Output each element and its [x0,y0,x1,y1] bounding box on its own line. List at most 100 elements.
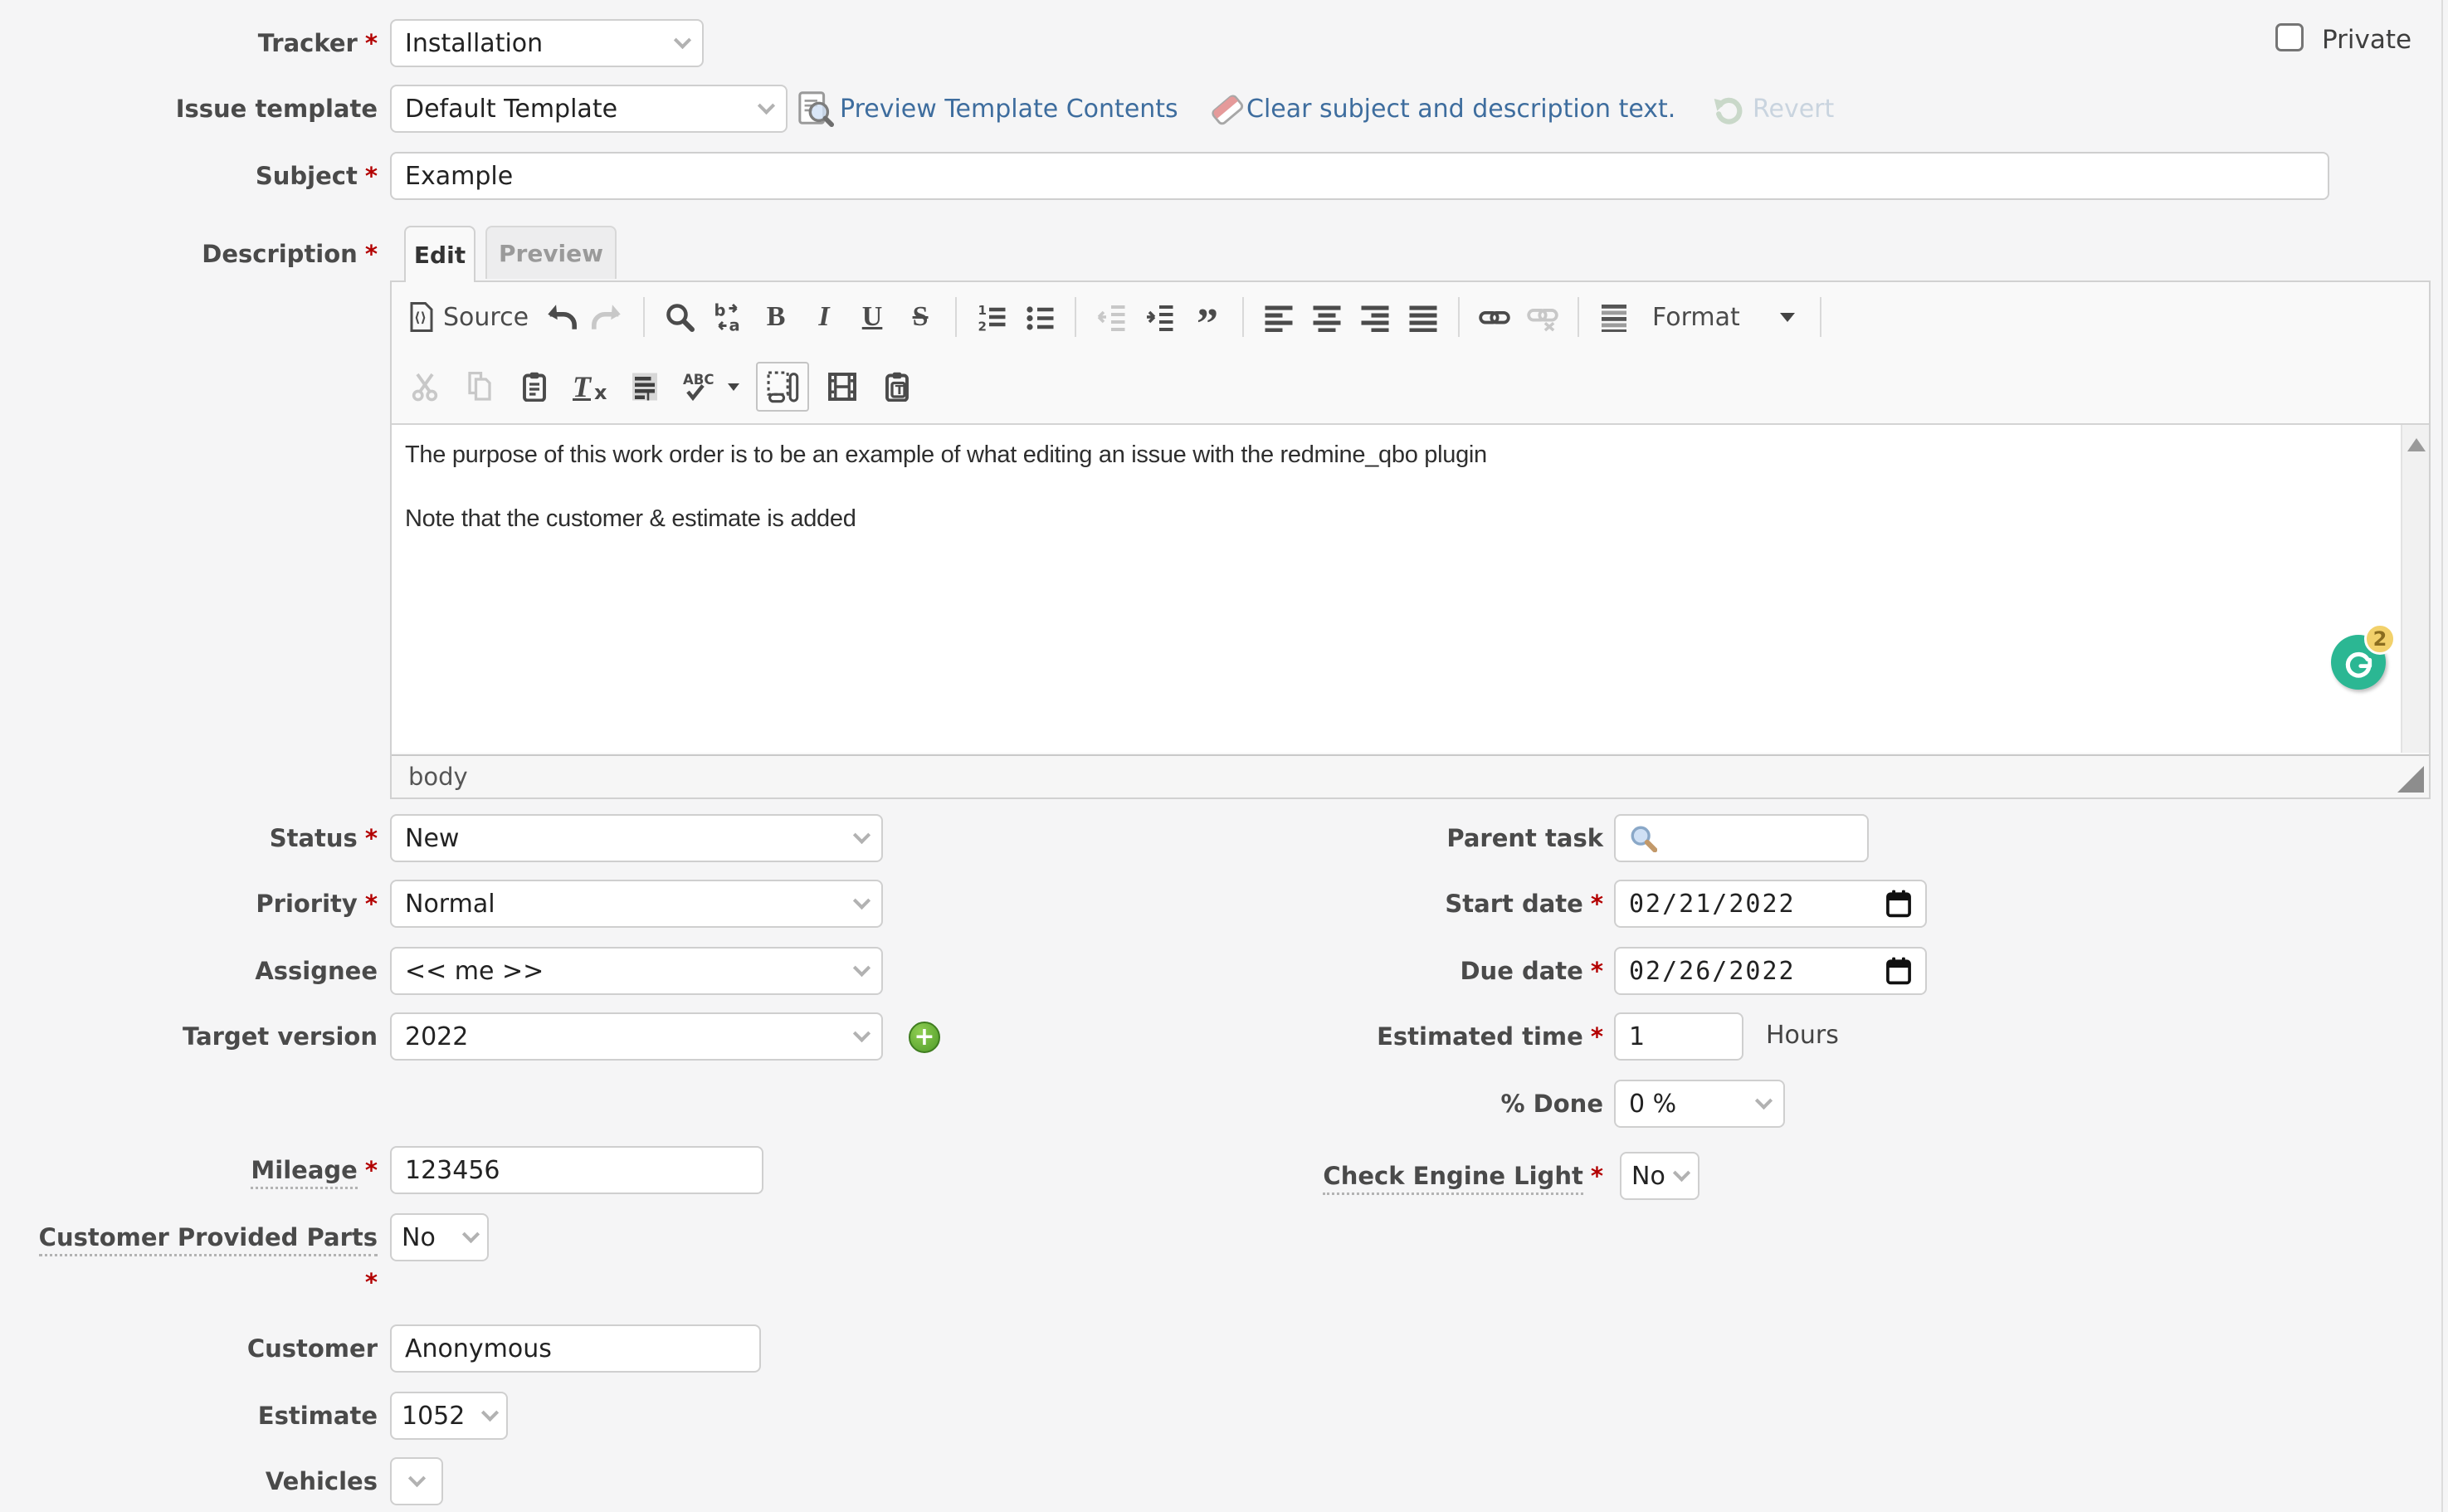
format-dropdown[interactable]: Format [1641,292,1807,342]
issue-template-value: Default Template [405,95,617,124]
spellcheck-button[interactable]: ABC [678,362,744,412]
green-plus-icon: + [914,1025,934,1050]
assignee-select[interactable]: << me >> [390,947,883,995]
indent-button[interactable] [1138,292,1181,342]
status-value: New [405,824,459,853]
find-button[interactable] [658,292,701,342]
source-button[interactable]: ⟨⟩ Source [403,292,534,342]
chevron-down-icon [853,958,870,976]
blockquote-button[interactable]: ” [1186,292,1229,342]
link-button[interactable] [1473,292,1516,342]
check-engine-light-select[interactable]: No [1620,1152,1699,1200]
add-version-button[interactable]: + [909,1022,940,1053]
estimate-value: 1052 [402,1402,465,1431]
subject-label: Subject* [0,159,378,193]
mileage-input[interactable]: 123456 [390,1146,763,1194]
magnifier-icon [1629,824,1657,852]
percent-done-select[interactable]: 0 % [1614,1080,1785,1128]
private-label: Private [2322,25,2411,55]
calendar-icon[interactable] [1885,890,1912,918]
private-checkbox[interactable] [2275,23,2304,51]
clear-subject-link[interactable]: Clear subject and description text. [1246,95,1675,124]
underline-icon: U [862,301,883,333]
chevron-down-icon [1673,1163,1690,1181]
tracker-select[interactable]: Installation [390,19,704,67]
div-container-button[interactable] [1592,292,1636,342]
scroll-up-icon[interactable] [2407,438,2426,451]
numbered-list-button[interactable]: 12 [970,292,1013,342]
bold-button[interactable]: B [754,292,797,342]
media-embed-icon [827,372,857,402]
assignee-label: Assignee [0,954,378,988]
due-date-input[interactable]: 02/26/2022 [1614,947,1927,995]
align-justify-button[interactable] [1402,292,1445,342]
strikethrough-button[interactable]: S [899,292,942,342]
remove-format-icon-x: x [594,381,607,404]
target-version-label: Target version [0,1020,378,1053]
estimated-time-value: 1 [1629,1022,1645,1051]
paste-plain-text-icon: T [882,372,912,402]
toolbar-separator [1458,297,1460,337]
chevron-down-icon [853,891,870,909]
replace-button[interactable]: ba [706,292,749,342]
start-date-label: Start date* [1112,887,1603,920]
calendar-icon[interactable] [1885,957,1912,985]
media-embed-button[interactable] [821,362,864,412]
preview-template-link[interactable]: Preview Template Contents [840,95,1178,124]
editor-scrollbar[interactable] [2401,425,2429,753]
customer-input[interactable]: Anonymous [390,1324,761,1373]
editor-resize-handle[interactable] [2397,766,2424,793]
estimated-time-input[interactable]: 1 [1614,1012,1743,1061]
chevron-down-icon [853,826,870,843]
start-date-input[interactable]: 02/21/2022 [1614,880,1927,928]
align-center-icon [1312,302,1342,332]
target-version-select[interactable]: 2022 [390,1012,883,1061]
paste-button[interactable] [513,362,556,412]
due-date-label: Due date* [1112,954,1603,988]
element-path[interactable]: body [408,763,468,791]
copy-button [458,362,501,412]
underline-button[interactable]: U [851,292,894,342]
vehicles-select[interactable] [390,1457,443,1505]
issue-template-select[interactable]: Default Template [390,85,788,133]
toolbar-separator [1578,297,1579,337]
align-center-button[interactable] [1305,292,1348,342]
check-engine-light-value: No [1631,1162,1665,1191]
paste-plain-text-button[interactable]: T [875,362,919,412]
source-button-label: Source [443,303,529,332]
align-right-button[interactable] [1353,292,1397,342]
grammarly-icon[interactable]: 2 [2331,635,2386,690]
align-left-button[interactable] [1257,292,1300,342]
undo-button[interactable] [539,292,582,342]
customer-provided-parts-required: * [0,1266,378,1299]
redo-button [587,292,630,342]
tab-preview[interactable]: Preview [485,226,617,279]
parent-task-input[interactable] [1614,814,1869,862]
bulleted-list-button[interactable] [1018,292,1061,342]
svg-text:ABC: ABC [683,372,714,388]
vehicles-label: Vehicles [0,1465,378,1498]
priority-select[interactable]: Normal [390,880,883,928]
tracker-label: Tracker* [0,27,378,60]
svg-text:I: I [646,391,651,402]
find-icon [665,302,695,332]
customer-provided-parts-select[interactable]: No [390,1213,489,1261]
dotted-selection-button[interactable] [756,362,809,412]
description-textarea[interactable]: The purpose of this work order is to be … [392,423,2429,753]
select-all-button[interactable]: I [623,362,666,412]
source-icon: ⟨⟩ [408,302,435,332]
subject-input[interactable]: Example [390,152,2329,200]
format-dropdown-label: Format [1652,303,1740,332]
remove-format-button[interactable]: Tx [568,362,612,412]
link-icon [1479,302,1510,332]
tab-edit[interactable]: Edit [404,226,475,282]
unlink-button [1521,292,1564,342]
align-justify-icon [1408,302,1438,332]
svg-text:1: 1 [978,303,987,318]
status-select[interactable]: New [390,814,883,862]
revert-link: Revert [1753,95,1834,124]
due-date-value: 02/26/2022 [1629,957,1796,986]
italic-button[interactable]: I [802,292,846,342]
estimate-select[interactable]: 1052 [390,1392,508,1440]
status-label: Status* [0,822,378,855]
